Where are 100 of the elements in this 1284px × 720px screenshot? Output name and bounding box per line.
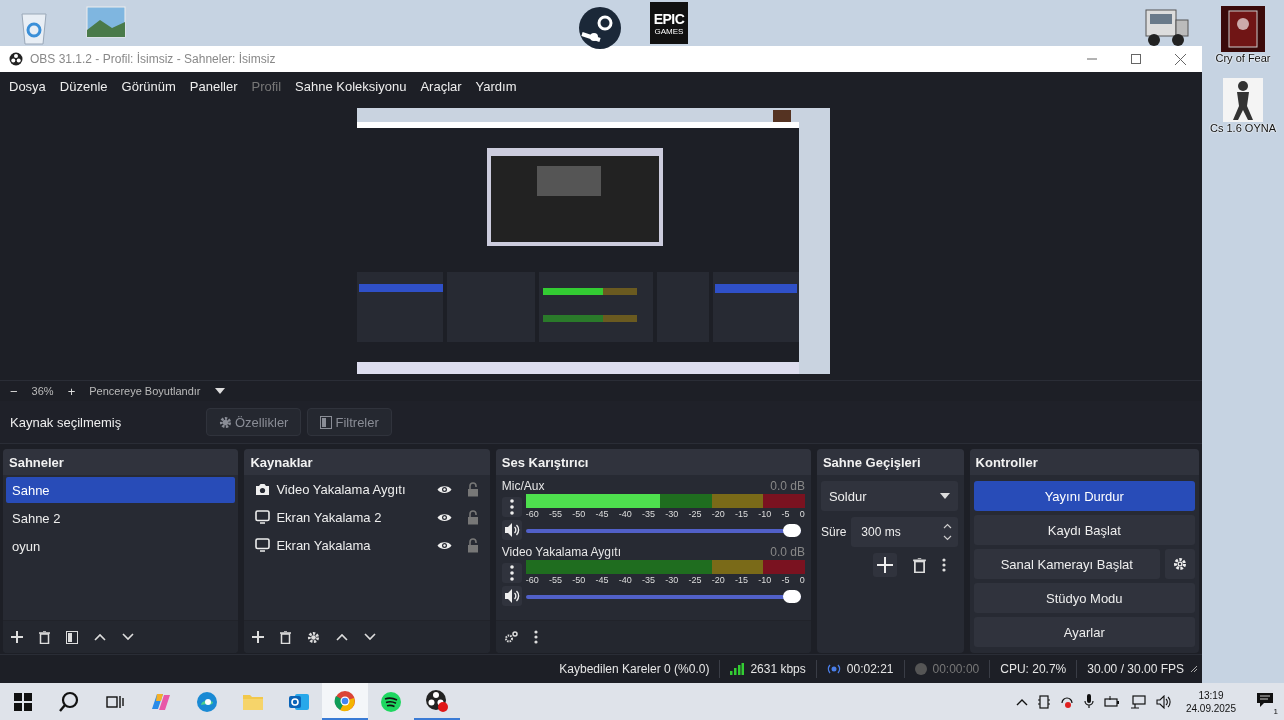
add-icon[interactable] (11, 631, 23, 643)
trash-icon[interactable] (280, 630, 292, 644)
more-icon[interactable] (501, 497, 522, 517)
close-icon[interactable] (1175, 53, 1186, 65)
clock-time[interactable]: 13:19 (1198, 688, 1224, 702)
unlocked-lock-icon[interactable] (466, 537, 479, 553)
gears-icon[interactable] (503, 631, 518, 643)
source-status: Kaynak seçilmemiş (10, 414, 123, 430)
more-icon[interactable] (941, 558, 946, 572)
menu-item[interactable]: Paneller (189, 78, 238, 94)
zoom-out-button[interactable]: − (10, 383, 18, 399)
up-icon[interactable] (94, 633, 106, 641)
slider-thumb[interactable] (782, 523, 801, 537)
settings-button[interactable] (1165, 549, 1195, 579)
control-button[interactable]: Sanal Kamerayı Başlat (973, 549, 1160, 579)
meter-tick-label: -30 (665, 574, 679, 586)
volume-reading: 0.0 dB (770, 544, 805, 559)
meter-tick-label: -10 (758, 574, 772, 586)
spinner-arrows-icon[interactable] (942, 522, 952, 542)
eye-icon[interactable] (436, 539, 452, 551)
control-button[interactable]: Yayını Durdur (973, 481, 1195, 511)
epic-logo[interactable]: EPIC GAMES (650, 2, 688, 44)
down-icon[interactable] (122, 633, 134, 641)
unlocked-lock-icon[interactable] (466, 481, 479, 497)
volume-icon[interactable] (1155, 694, 1172, 709)
source-name[interactable]: Ekran Yakalama 2 (276, 509, 431, 525)
panel-title: Sahneler (3, 449, 239, 475)
battery-icon[interactable] (1103, 695, 1120, 708)
mail-app-icon[interactable] (288, 691, 310, 712)
menu-item[interactable]: Görünüm (121, 78, 176, 94)
scene-item[interactable]: Sahne (6, 477, 236, 503)
caret-icon[interactable] (214, 388, 225, 394)
duration-field[interactable]: 300 ms (851, 517, 958, 547)
add-icon[interactable] (252, 631, 265, 643)
settings-icon[interactable] (307, 630, 321, 644)
meter-tick-label: -15 (735, 508, 749, 520)
game-cover-icon[interactable] (1221, 6, 1265, 52)
resize-grip-icon[interactable] (1190, 665, 1198, 673)
zoom-in-button[interactable]: + (67, 383, 76, 399)
source-name[interactable]: Video Yakalama Aygıtı (276, 481, 431, 497)
menu-item[interactable]: Sahne Koleksiyonu (295, 78, 407, 94)
maximize-icon[interactable] (1131, 54, 1141, 64)
trash-icon[interactable] (912, 557, 926, 573)
search-icon[interactable] (58, 690, 80, 713)
meter-tick-label: -55 (549, 574, 563, 586)
more-icon[interactable] (533, 630, 538, 644)
device-icon[interactable] (1037, 694, 1050, 709)
meter-tick-label: 0 (799, 574, 805, 586)
meter-tick-label: -5 (781, 508, 790, 520)
menu-item[interactable]: Araçlar (420, 78, 462, 94)
task-view-icon[interactable] (106, 693, 124, 710)
scene-item[interactable]: Sahne 2 (6, 505, 236, 531)
camera-icon (255, 482, 271, 496)
panel-title: Sahne Geçişleri (816, 449, 964, 475)
fps-reading: 30.00 / 30.00 FPS (1087, 662, 1184, 676)
control-button[interactable]: Kaydı Başlat (973, 515, 1195, 545)
transition-dropdown[interactable]: Soldur (820, 481, 958, 511)
clock-date[interactable]: 24.09.2025 (1185, 701, 1236, 715)
broadcast-icon[interactable] (1059, 694, 1074, 709)
eye-icon[interactable] (436, 511, 452, 523)
desktop-icon-label[interactable]: Cs 1.6 OYNA (1210, 122, 1276, 134)
channel-name: Video Yakalama Aygıtı (501, 544, 621, 559)
channel-name: Mic/Aux (501, 478, 545, 493)
meter-tick-label: -5 (781, 574, 790, 586)
volume-slider[interactable] (525, 589, 801, 603)
slider-thumb[interactable] (782, 589, 801, 603)
scene-item[interactable]: oyun (6, 533, 236, 559)
source-name[interactable]: Ekran Yakalama (276, 537, 431, 553)
menu-item[interactable]: Düzenle (59, 78, 108, 94)
unlocked-lock-icon[interactable] (466, 509, 479, 525)
more-icon[interactable] (501, 563, 522, 583)
speaker-icon[interactable] (501, 520, 522, 540)
meter-tick-label: -55 (549, 508, 563, 520)
menu-item[interactable]: Yardım (475, 78, 517, 94)
meter-tick-label: -15 (735, 574, 749, 586)
windows-logo-icon[interactable] (14, 692, 32, 711)
menu-item[interactable]: Dosya (9, 78, 46, 94)
meter-tick-label: -60 (525, 574, 539, 586)
volume-slider[interactable] (525, 523, 801, 537)
monitor-icon (255, 510, 271, 524)
panel-title: Kaynaklar (244, 449, 490, 475)
add-icon[interactable] (872, 553, 897, 577)
control-button[interactable]: Ayarlar (973, 617, 1195, 647)
meter-tick-label: -25 (688, 574, 702, 586)
picture-icon[interactable] (86, 6, 126, 38)
control-button[interactable]: Stüdyo Modu (973, 583, 1195, 613)
soldier-icon[interactable] (1223, 78, 1263, 122)
chevron-up-icon[interactable] (1015, 697, 1028, 706)
up-icon[interactable] (336, 633, 349, 641)
desktop-icon-label[interactable]: Cry of Fear (1215, 52, 1271, 64)
trash-icon[interactable] (39, 630, 50, 644)
speaker-icon[interactable] (501, 586, 522, 606)
network-icon[interactable] (1129, 694, 1146, 709)
zoom-level: 36% (31, 385, 54, 397)
microphone-icon[interactable] (1083, 694, 1094, 709)
notification-icon[interactable] (1256, 692, 1274, 708)
meter-tick-label: -35 (642, 508, 656, 520)
down-icon[interactable] (364, 633, 377, 641)
filter-icon[interactable] (66, 630, 78, 644)
eye-icon[interactable] (436, 483, 452, 495)
